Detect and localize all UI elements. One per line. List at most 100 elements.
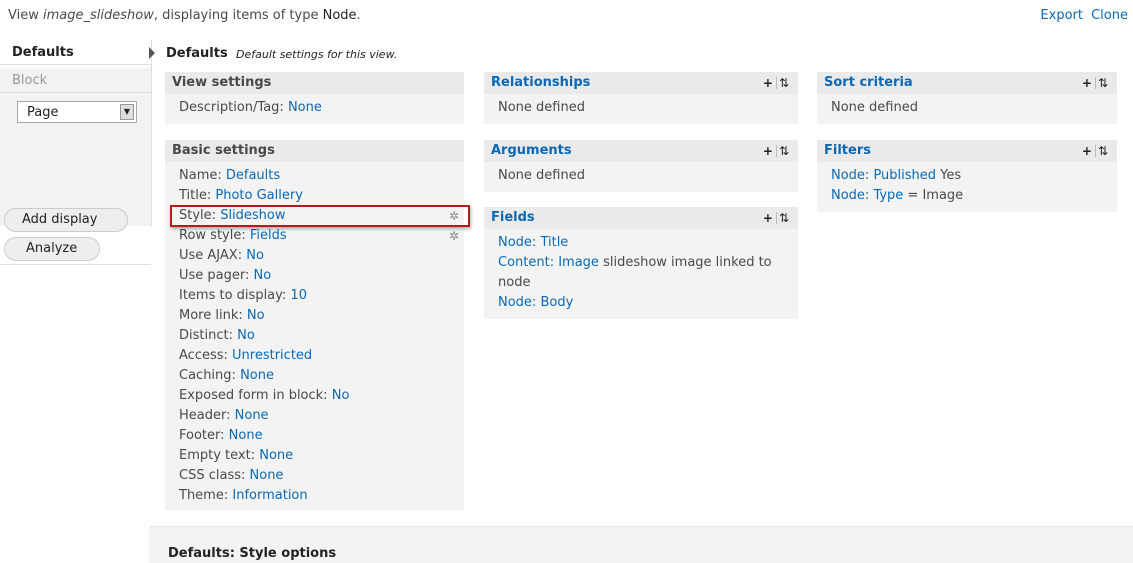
- add-icon[interactable]: +: [763, 76, 774, 90]
- view-description: View image_slideshow, displaying items o…: [8, 8, 361, 23]
- filters-title-link[interactable]: Filters: [817, 140, 1117, 162]
- setting-value-link[interactable]: None: [235, 408, 269, 423]
- setting-row: Use pager: No: [165, 266, 464, 286]
- rearrange-icon[interactable]: ⇅: [1098, 76, 1109, 90]
- setting-row: Exposed form in block: No: [165, 386, 464, 406]
- analyze-button[interactable]: Analyze: [4, 237, 100, 261]
- field-item: Node: Title: [484, 233, 798, 253]
- desc-suffix: .: [356, 8, 361, 23]
- setting-value-link[interactable]: None: [229, 428, 263, 443]
- empty-text: None defined: [498, 100, 585, 115]
- box-title: Basic settings: [165, 140, 464, 162]
- tab-block[interactable]: Block: [0, 68, 151, 93]
- empty-text: None defined: [831, 100, 918, 115]
- box-controls: + ⇅: [763, 76, 790, 90]
- add-icon[interactable]: +: [763, 144, 774, 158]
- rearrange-icon[interactable]: ⇅: [779, 144, 790, 158]
- triangle-right-icon: [149, 47, 155, 59]
- setting-label: Exposed form in block:: [179, 388, 328, 403]
- export-link[interactable]: Export: [1040, 8, 1083, 23]
- field-link[interactable]: Node: Body: [498, 295, 573, 310]
- display-subtitle: Default settings for this view.: [236, 48, 398, 61]
- filter-item: Node: Type = Image: [817, 186, 1117, 206]
- gear-icon[interactable]: ✲: [449, 226, 459, 246]
- setting-value-link[interactable]: Information: [232, 488, 307, 503]
- fields-title-link[interactable]: Fields: [484, 207, 798, 229]
- setting-row: Distinct: No: [165, 326, 464, 346]
- clone-link[interactable]: Clone: [1091, 8, 1128, 23]
- box-controls: + ⇅: [1082, 76, 1109, 90]
- setting-value-link[interactable]: 10: [290, 288, 307, 303]
- setting-row: CSS class: None: [165, 466, 464, 486]
- setting-value-link[interactable]: No: [332, 388, 350, 403]
- filter-link[interactable]: Node: Type: [831, 188, 903, 203]
- box-controls: + ⇅: [763, 211, 790, 225]
- setting-value-link[interactable]: No: [247, 308, 265, 323]
- setting-value-link[interactable]: Unrestricted: [232, 348, 312, 363]
- setting-row: Title: Photo Gallery: [165, 186, 464, 206]
- add-icon[interactable]: +: [763, 211, 774, 225]
- setting-label: Theme:: [179, 488, 229, 503]
- setting-value-link[interactable]: No: [246, 248, 264, 263]
- box-title: View settings: [165, 72, 464, 94]
- filters-list: Node: Published Yes Node: Type = Image: [817, 162, 1117, 206]
- relationships-box: Relationships + ⇅ None defined: [484, 72, 798, 124]
- setting-label: Footer:: [179, 428, 225, 443]
- setting-label: CSS class:: [179, 468, 246, 483]
- tab-defaults[interactable]: Defaults: [0, 40, 151, 65]
- view-settings-box: View settings Description/Tag: None: [165, 72, 464, 124]
- display-type-select[interactable]: Page ▼: [17, 101, 137, 123]
- setting-value-link[interactable]: No: [254, 268, 272, 283]
- view-actions: Export Clone: [1036, 8, 1128, 23]
- setting-row: Access: Unrestricted: [165, 346, 464, 366]
- rearrange-icon[interactable]: ⇅: [779, 211, 790, 225]
- chevron-down-icon: ▼: [120, 104, 134, 120]
- style-row-highlight: [170, 205, 470, 227]
- rearrange-icon[interactable]: ⇅: [779, 76, 790, 90]
- setting-label: More link:: [179, 308, 243, 323]
- add-icon[interactable]: +: [1082, 144, 1093, 158]
- setting-row: Items to display: 10: [165, 286, 464, 306]
- setting-label: Title:: [179, 188, 212, 203]
- desc-middle: , displaying items of type: [153, 8, 323, 23]
- setting-value-link[interactable]: No: [237, 328, 255, 343]
- setting-value-link[interactable]: None: [259, 448, 293, 463]
- sort-criteria-title-link[interactable]: Sort criteria: [817, 72, 1117, 94]
- box-controls: + ⇅: [763, 144, 790, 158]
- filters-box: Filters + ⇅ Node: Published Yes Node: Typ…: [817, 140, 1117, 212]
- setting-row: Header: None: [165, 406, 464, 426]
- field-link[interactable]: Node: Title: [498, 235, 568, 250]
- setting-value-link[interactable]: Fields: [250, 228, 287, 243]
- arguments-title-link[interactable]: Arguments: [484, 140, 798, 162]
- sort-criteria-box: Sort criteria + ⇅ None defined: [817, 72, 1117, 124]
- setting-label: Items to display:: [179, 288, 287, 303]
- divider: [0, 264, 151, 265]
- setting-row: Caching: None: [165, 366, 464, 386]
- setting-value-link[interactable]: None: [250, 468, 284, 483]
- filter-detail: Yes: [936, 168, 962, 183]
- box-controls: + ⇅: [1082, 144, 1109, 158]
- desc-prefix: View: [8, 8, 43, 23]
- setting-label: Distinct:: [179, 328, 233, 343]
- setting-value-link[interactable]: None: [288, 100, 322, 115]
- setting-label: Access:: [179, 348, 228, 363]
- relationships-title-link[interactable]: Relationships: [484, 72, 798, 94]
- field-item: Node: Body: [484, 293, 798, 313]
- setting-label: Use AJAX:: [179, 248, 243, 263]
- arguments-box: Arguments + ⇅ None defined: [484, 140, 798, 192]
- field-link[interactable]: Content: Image: [498, 255, 599, 270]
- view-description-bar: View image_slideshow, displaying items o…: [8, 6, 1128, 28]
- setting-value-link[interactable]: None: [240, 368, 274, 383]
- display-title: Defaults: [166, 46, 228, 61]
- basic-settings-box: Basic settings Name: Defaults Title: Pho…: [165, 140, 464, 510]
- setting-label: Caching:: [179, 368, 236, 383]
- rearrange-icon[interactable]: ⇅: [1098, 144, 1109, 158]
- filter-link[interactable]: Node: Published: [831, 168, 936, 183]
- add-display-button[interactable]: Add display: [4, 208, 128, 232]
- setting-value-link[interactable]: Defaults: [226, 168, 280, 183]
- fields-list: Node: Title Content: Image slideshow ima…: [484, 229, 798, 313]
- add-icon[interactable]: +: [1082, 76, 1093, 90]
- fields-box: Fields + ⇅ Node: Title Content: Image sli…: [484, 207, 798, 319]
- setting-value-link[interactable]: Photo Gallery: [215, 188, 303, 203]
- filter-detail: = Image: [903, 188, 964, 203]
